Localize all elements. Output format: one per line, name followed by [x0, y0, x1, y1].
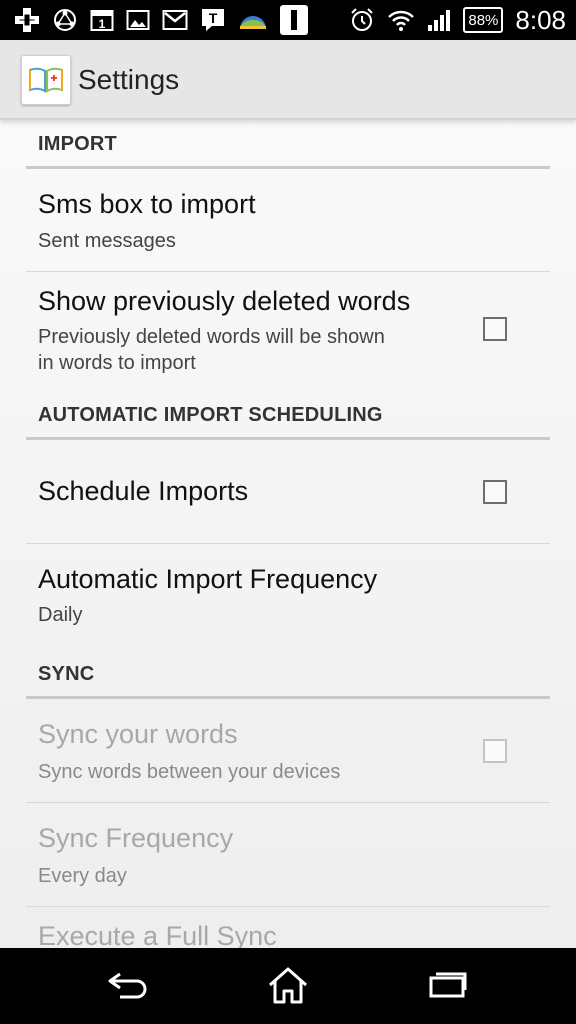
recent-apps-button[interactable] [418, 966, 478, 1008]
wifi-icon [387, 8, 415, 32]
talk-letter: T [209, 10, 218, 26]
gmail-icon [162, 9, 188, 31]
back-button[interactable] [98, 966, 158, 1008]
add-box-icon [14, 7, 40, 33]
network-icon [52, 7, 78, 33]
pref-sync-frequency: Sync Frequency Every day [26, 803, 550, 907]
pref-show-deleted[interactable]: Show previously deleted words Previously… [26, 272, 550, 390]
category-sync: SYNC [26, 650, 550, 699]
pref-import-frequency[interactable]: Automatic Import Frequency Daily [26, 544, 550, 648]
book-app-icon[interactable] [21, 55, 71, 105]
pref-summary-line1: Previously deleted words will be shown [38, 326, 385, 348]
navigation-bar [0, 948, 576, 1024]
weather-icon [238, 9, 268, 31]
pref-title: Sms box to import [38, 189, 256, 219]
category-import: IMPORT [26, 120, 550, 169]
signal-icon [427, 8, 451, 32]
pref-summary-line2: in words to import [38, 352, 196, 374]
pref-title: Sync your words [38, 719, 238, 749]
gallery-icon [126, 8, 150, 32]
category-title: IMPORT [38, 133, 117, 155]
pref-summary: Daily [38, 604, 83, 626]
pref-title: Sync Frequency [38, 823, 234, 853]
pref-schedule-imports[interactable]: Schedule Imports [26, 440, 550, 544]
status-bar: 1 T 88% 8:08 [0, 0, 576, 40]
pref-summary: Sync words between your devices [38, 761, 341, 783]
schedule-imports-checkbox[interactable] [483, 480, 507, 504]
pref-title: Show previously deleted words [38, 286, 411, 316]
battery-icon: 88% [463, 7, 504, 33]
pref-summary: Every day [38, 865, 127, 887]
pref-full-sync: Execute a Full Sync [26, 907, 550, 948]
home-button[interactable] [258, 966, 318, 1008]
home-icon [266, 965, 310, 1010]
page-title: Settings [78, 64, 180, 95]
category-scheduling: AUTOMATIC IMPORT SCHEDULING [26, 391, 550, 440]
pref-summary: Sent messages [38, 230, 176, 252]
calendar-icon: 1 [90, 8, 114, 32]
calendar-day: 1 [99, 17, 106, 31]
clock: 8:08 [515, 4, 566, 35]
category-title: SYNC [38, 663, 95, 685]
alarm-icon [349, 7, 375, 33]
pref-title: Execute a Full Sync [38, 921, 277, 948]
pref-title: Automatic Import Frequency [38, 564, 378, 594]
recent-apps-icon [427, 970, 469, 1005]
pref-sms-box[interactable]: Sms box to import [26, 169, 550, 272]
sync-words-checkbox [483, 739, 507, 763]
action-bar: Settings [0, 40, 576, 120]
battery-percent: 88% [468, 11, 499, 29]
info-box-icon [280, 5, 308, 35]
settings-list[interactable]: IMPORT Sms box to import Sent messages S… [0, 120, 576, 948]
pref-title: Schedule Imports [38, 476, 249, 506]
system-icons: 88% 8:08 [349, 4, 566, 36]
category-title: AUTOMATIC IMPORT SCHEDULING [38, 404, 383, 426]
talk-icon: T [200, 7, 226, 33]
show-deleted-checkbox[interactable] [483, 317, 507, 341]
pref-sync-words: Sync your words Sync words between your … [26, 699, 550, 803]
notification-icons: 1 T [14, 4, 308, 36]
back-icon [106, 968, 150, 1007]
